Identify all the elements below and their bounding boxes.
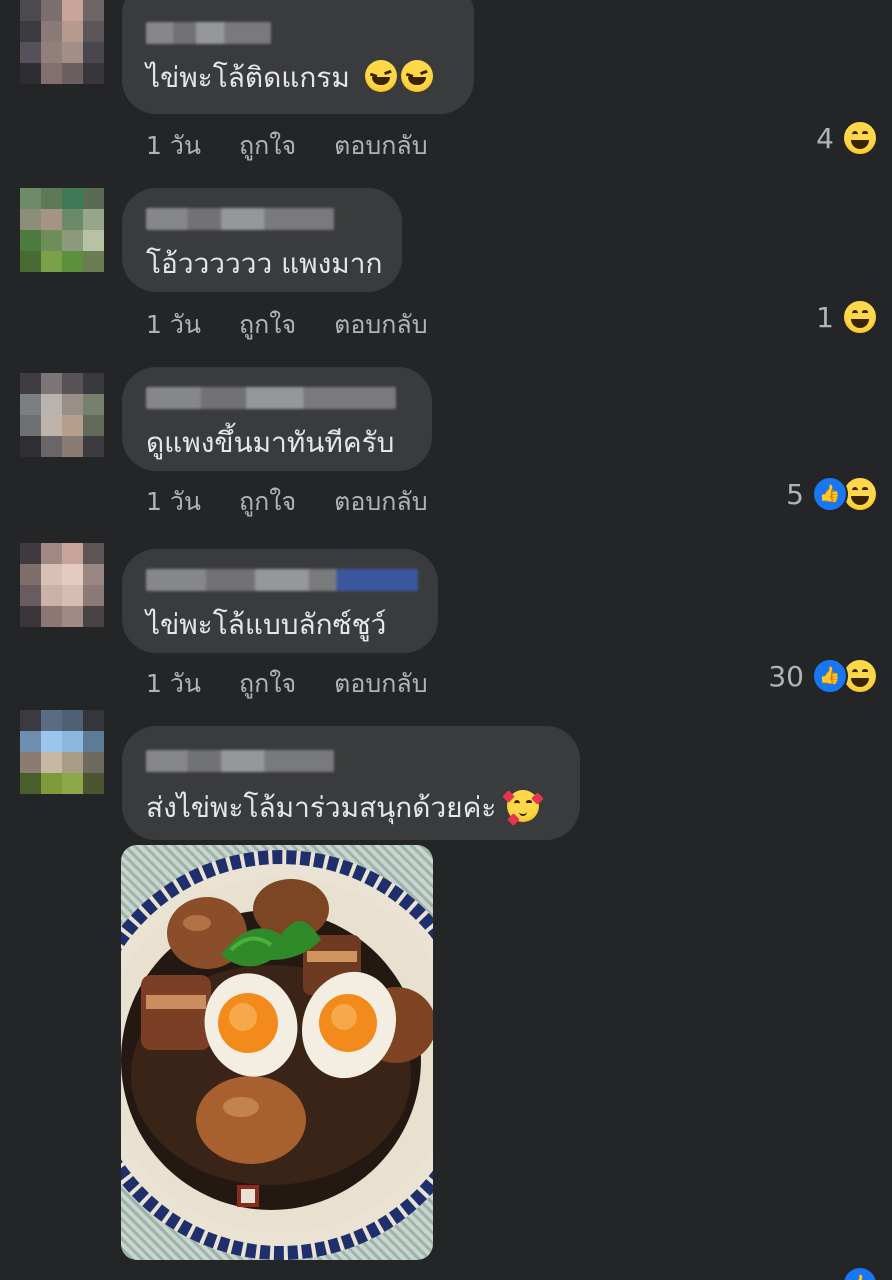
blurred-author-name[interactable]	[146, 387, 396, 409]
like-reaction-icon: 👍	[812, 658, 848, 694]
comment-bubble: ไข่พะโล้แบบลักซ์ชูว์	[122, 549, 438, 653]
blurred-author-name[interactable]	[146, 569, 418, 591]
timestamp[interactable]: 1 วัน	[146, 305, 201, 345]
reaction-summary[interactable]: 30 👍	[768, 658, 878, 694]
comment-actions: 1 วัน ถูกใจ ตอบกลับ	[146, 305, 428, 345]
like-button[interactable]: ถูกใจ	[239, 305, 296, 345]
comment-text: ดูแพงขึ้นมาทันทีครับ	[146, 426, 395, 459]
comment-text: โอ้วววววว แพงมาก	[146, 247, 383, 280]
avatar[interactable]	[20, 710, 104, 794]
reaction-count: 4	[816, 121, 834, 155]
blurred-author-name[interactable]	[146, 750, 334, 772]
blurred-author-name[interactable]	[146, 208, 334, 230]
timestamp[interactable]: 1 วัน	[146, 126, 201, 166]
comment-bubble: ไข่พะโล้ติดแกรม	[122, 0, 474, 114]
reply-button[interactable]: ตอบกลับ	[334, 664, 427, 704]
like-reaction-icon: 👍	[812, 476, 848, 512]
comment-text: ไข่พะโล้ติดแกรม	[146, 61, 350, 94]
blurred-author-name[interactable]	[146, 22, 271, 44]
grinning-squinting-face-icon	[364, 60, 397, 92]
reaction-summary[interactable]: 👍	[842, 1266, 878, 1280]
like-reaction-icon: 👍	[842, 1266, 878, 1280]
comment-actions: 1 วัน ถูกใจ ตอบกลับ	[146, 126, 428, 166]
avatar[interactable]	[20, 0, 104, 84]
comment-actions: 1 วัน ถูกใจ ตอบกลับ	[146, 664, 428, 704]
reaction-summary[interactable]: 1	[816, 299, 878, 335]
reaction-count: 30	[768, 659, 804, 693]
like-button[interactable]: ถูกใจ	[239, 664, 296, 704]
haha-reaction-icon	[842, 120, 878, 156]
reply-button[interactable]: ตอบกลับ	[334, 482, 427, 522]
timestamp[interactable]: 1 วัน	[146, 664, 201, 704]
grinning-squinting-face-icon	[400, 60, 433, 92]
timestamp[interactable]: 1 วัน	[146, 482, 201, 522]
comment-text: ไข่พะโล้แบบลักซ์ชูว์	[146, 608, 387, 641]
comment-text: ส่งไข่พะโล้มาร่วมสนุกด้วยค่ะ	[146, 791, 497, 824]
haha-reaction-icon	[842, 299, 878, 335]
avatar[interactable]	[20, 543, 104, 627]
reaction-summary[interactable]: 4	[816, 120, 878, 156]
reaction-count: 1	[816, 300, 834, 334]
avatar[interactable]	[20, 373, 104, 457]
smiling-face-with-hearts-icon	[502, 790, 545, 826]
comment-bubble: ดูแพงขึ้นมาทันทีครับ	[122, 367, 432, 471]
reaction-count: 5	[786, 477, 804, 511]
reaction-summary[interactable]: 5 👍	[786, 476, 878, 512]
comment-bubble: โอ้วววววว แพงมาก	[122, 188, 402, 292]
like-button[interactable]: ถูกใจ	[239, 482, 296, 522]
comment-bubble: ส่งไข่พะโล้มาร่วมสนุกด้วยค่ะ	[122, 726, 580, 840]
avatar[interactable]	[20, 188, 104, 272]
comment-actions: 1 วัน ถูกใจ ตอบกลับ	[146, 482, 428, 522]
food-illustration	[121, 850, 433, 1260]
reply-button[interactable]: ตอบกลับ	[334, 126, 427, 166]
reply-button[interactable]: ตอบกลับ	[334, 305, 427, 345]
like-button[interactable]: ถูกใจ	[239, 126, 296, 166]
braised-eggs-and-pork-photo[interactable]	[121, 845, 433, 1260]
